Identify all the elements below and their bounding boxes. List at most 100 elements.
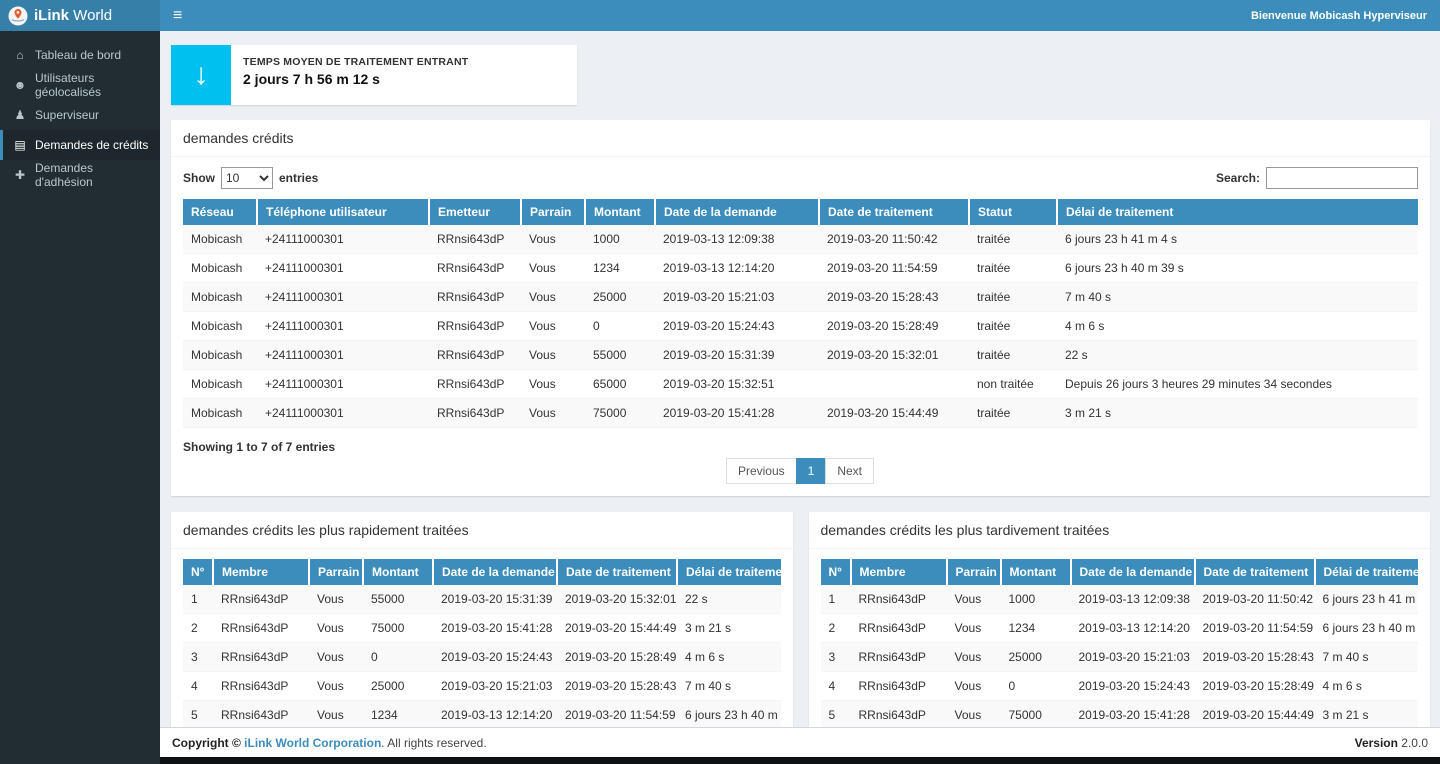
table-cell: Vous	[947, 643, 1001, 672]
table-cell: Depuis 26 jours 3 heures 29 minutes 34 s…	[1057, 370, 1418, 399]
table-cell: Vous	[521, 225, 585, 254]
table-cell: 6 jours 23 h 40 m 39 s	[1315, 614, 1419, 643]
sidebar-item-supervisor[interactable]: ♟Superviseur	[0, 100, 160, 130]
table-cell: 75000	[585, 399, 655, 428]
column-header[interactable]: Parrain	[947, 559, 1001, 585]
table-row: 1RRnsi643dPVous550002019-03-20 15:31:392…	[183, 585, 781, 614]
table-cell: 3 m 21 s	[1315, 701, 1419, 728]
table-cell: 2019-03-20 15:32:51	[655, 370, 819, 399]
table-cell: RRnsi643dP	[851, 643, 947, 672]
column-header[interactable]: Membre	[213, 559, 309, 585]
column-header[interactable]: Parrain	[521, 199, 585, 225]
search-input[interactable]	[1266, 167, 1418, 189]
table-cell: Vous	[947, 672, 1001, 701]
column-header[interactable]: Téléphone utilisateur	[257, 199, 429, 225]
table-cell: non traitée	[969, 370, 1057, 399]
column-header[interactable]: Montant	[363, 559, 433, 585]
column-header[interactable]: Réseau	[183, 199, 257, 225]
column-header[interactable]: Montant	[585, 199, 655, 225]
table-row: 4RRnsi643dPVous250002019-03-20 15:21:032…	[183, 672, 781, 701]
sidebar-item-credit-requests[interactable]: ▤Demandes de crédits	[0, 130, 160, 160]
panel-title: demandes crédits	[171, 120, 1430, 157]
column-header[interactable]: Date de la demande	[433, 559, 557, 585]
sidebar: iLink World ⌂Tableau de bord☻Utilisateur…	[0, 0, 160, 764]
table-row: 3RRnsi643dPVous02019-03-20 15:24:432019-…	[183, 643, 781, 672]
table-cell: 2019-03-13 12:09:38	[1071, 585, 1195, 614]
corporation-link[interactable]: iLink World Corporation	[244, 736, 381, 750]
table-cell: RRnsi643dP	[213, 701, 309, 728]
column-header[interactable]: Délai de traitement	[677, 559, 781, 585]
table-cell: 55000	[363, 585, 433, 614]
column-header[interactable]: Emetteur	[429, 199, 521, 225]
column-header[interactable]: N°	[183, 559, 213, 585]
column-header[interactable]: Délai de traitement	[1057, 199, 1418, 225]
bottom-panels: demandes crédits les plus rapidement tra…	[171, 512, 1430, 727]
column-header[interactable]: Date de traitement	[557, 559, 677, 585]
column-header[interactable]: Date de la demande	[1071, 559, 1195, 585]
sidebar-toggle[interactable]: ≡	[173, 8, 182, 24]
sidebar-item-label: Demandes d'adhésion	[35, 161, 150, 189]
sidebar-item-membership-requests[interactable]: ✚Demandes d'adhésion	[0, 160, 160, 190]
column-header[interactable]: Parrain	[309, 559, 363, 585]
table-cell: 2019-03-20 15:21:03	[1071, 643, 1195, 672]
credit-requests-table-body: Mobicash+24111000301RRnsi643dPVous100020…	[183, 225, 1418, 428]
table-cell: 6 jours 23 h 40 m 39 s	[677, 701, 781, 728]
table-row: Mobicash+24111000301RRnsi643dPVous750002…	[183, 399, 1418, 428]
table-cell: 1000	[585, 225, 655, 254]
table-cell: RRnsi643dP	[429, 225, 521, 254]
app-logo[interactable]: iLink World	[0, 0, 160, 31]
sidebar-item-geolocated-users[interactable]: ☻Utilisateurs géolocalisés	[0, 70, 160, 100]
table-row: 4RRnsi643dPVous02019-03-20 15:24:432019-…	[821, 672, 1419, 701]
table-cell: 25000	[1001, 643, 1071, 672]
down-arrow-icon: ↓	[171, 45, 231, 105]
table-cell: 2	[821, 614, 851, 643]
table-cell: Vous	[521, 283, 585, 312]
pagination-previous-button[interactable]: Previous	[726, 458, 797, 484]
table-cell: 3 m 21 s	[1057, 399, 1418, 428]
column-header[interactable]: Montant	[1001, 559, 1071, 585]
table-cell: RRnsi643dP	[851, 614, 947, 643]
column-header[interactable]: N°	[821, 559, 851, 585]
slowest-requests-table: N°MembreParrainMontantDate de la demande…	[821, 559, 1419, 727]
sidebar-item-label: Tableau de bord	[35, 48, 121, 62]
table-cell: Mobicash	[183, 312, 257, 341]
app-title: iLink World	[34, 7, 112, 24]
column-header[interactable]: Délai de traitement	[1315, 559, 1419, 585]
table-cell: 0	[363, 643, 433, 672]
table-cell: 22 s	[677, 585, 781, 614]
pagination-next-button[interactable]: Next	[825, 458, 874, 484]
table-cell: 4 m 6 s	[1315, 672, 1419, 701]
column-header[interactable]: Date de traitement	[819, 199, 969, 225]
pagination-page-1-button[interactable]: 1	[796, 458, 827, 484]
bottom-strip	[160, 757, 1440, 764]
table-cell: Vous	[947, 585, 1001, 614]
table-cell: 2019-03-20 11:50:42	[1195, 585, 1315, 614]
table-cell: Vous	[309, 672, 363, 701]
sidebar-item-dashboard[interactable]: ⌂Tableau de bord	[0, 40, 160, 70]
table-cell: 65000	[585, 370, 655, 399]
table-cell: Vous	[309, 701, 363, 728]
table-row: 1RRnsi643dPVous10002019-03-13 12:09:3820…	[821, 585, 1419, 614]
credit-requests-panel: demandes crédits Show 10 entries Search:	[171, 120, 1430, 496]
table-cell: 2019-03-13 12:09:38	[655, 225, 819, 254]
page-size-select[interactable]: 10	[221, 167, 273, 189]
table-cell: RRnsi643dP	[429, 370, 521, 399]
table-row: 5RRnsi643dPVous750002019-03-20 15:41:282…	[821, 701, 1419, 728]
table-row: Mobicash+24111000301RRnsi643dPVous650002…	[183, 370, 1418, 399]
table-cell: 6 jours 23 h 41 m 4 s	[1057, 225, 1418, 254]
main-column: ≡ Bienvenue Mobicash Hyperviseur ↓ TEMPS…	[160, 0, 1440, 764]
table-cell: 2019-03-20 15:31:39	[433, 585, 557, 614]
fastest-requests-table-body: 1RRnsi643dPVous550002019-03-20 15:31:392…	[183, 585, 781, 727]
version-value: 2.0.0	[1398, 736, 1428, 750]
column-header[interactable]: Statut	[969, 199, 1057, 225]
column-header[interactable]: Membre	[851, 559, 947, 585]
table-cell: 2019-03-20 15:28:49	[557, 643, 677, 672]
panel-title: demandes crédits les plus rapidement tra…	[171, 512, 793, 549]
column-header[interactable]: Date de la demande	[655, 199, 819, 225]
table-cell: 3 m 21 s	[677, 614, 781, 643]
table-cell: Mobicash	[183, 254, 257, 283]
table-cell: RRnsi643dP	[851, 585, 947, 614]
table-row: Mobicash+24111000301RRnsi643dPVous250002…	[183, 283, 1418, 312]
column-header[interactable]: Date de traitement	[1195, 559, 1315, 585]
table-cell: 5	[183, 701, 213, 728]
